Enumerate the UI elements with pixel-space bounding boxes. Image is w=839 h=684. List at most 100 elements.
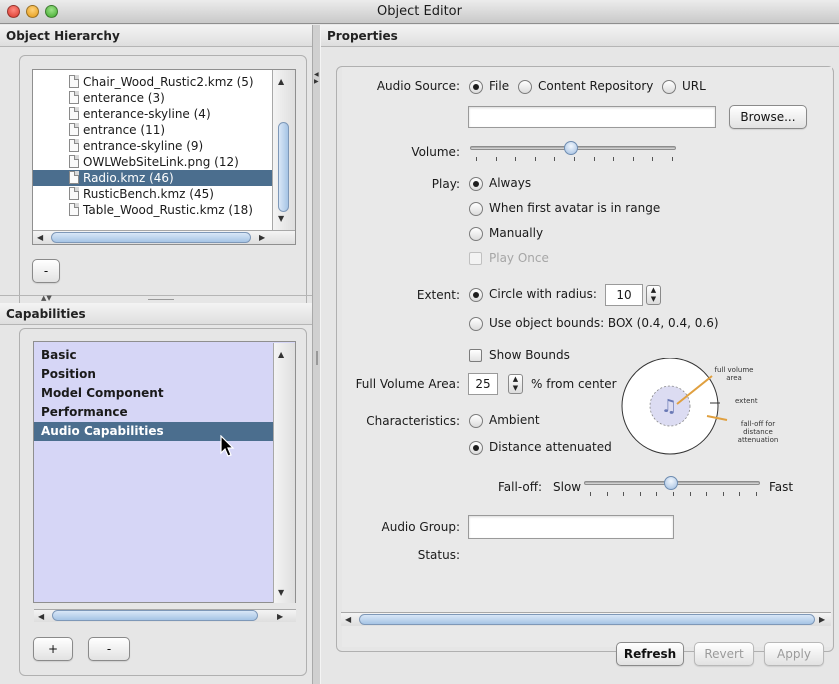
zoom-window-button[interactable] (45, 5, 58, 18)
falloff-slow-label: Slow (553, 480, 582, 494)
volume-slider-ticks (476, 157, 673, 162)
hierarchy-item-label: RusticBench.kmz (45) (83, 187, 214, 201)
show-bounds-checkbox[interactable] (469, 349, 482, 362)
hierarchy-item[interactable]: Radio.kmz (46) (33, 170, 295, 186)
volume-slider[interactable] (468, 139, 678, 165)
slider-tick (534, 157, 536, 161)
scroll-right-icon[interactable]: ▶ (259, 232, 265, 244)
hierarchy-item[interactable]: entrance-skyline (9) (33, 138, 295, 154)
hierarchy-item[interactable]: Table_Wood_Rustic.kmz (18) (33, 202, 295, 218)
hierarchy-items: Chair_Wood_Rustic2.kmz (5) enterance (3) e… (33, 70, 295, 218)
capability-item[interactable]: Position (34, 365, 295, 384)
capabilities-header: Capabilities (0, 303, 312, 325)
falloff-slider-knob[interactable] (663, 476, 678, 490)
hierarchy-item[interactable]: enterance-skyline (4) (33, 106, 295, 122)
hierarchy-item[interactable]: entrance (11) (33, 122, 295, 138)
hierarchy-hscroll-thumb[interactable] (51, 232, 251, 243)
browse-button[interactable]: Browse... (729, 105, 807, 129)
audio-source-file-radio[interactable] (469, 80, 483, 94)
remove-capability-button[interactable]: - (88, 637, 130, 661)
vertical-splitter[interactable]: ◀ ▶ (312, 25, 321, 684)
play-always-radio[interactable] (469, 177, 483, 191)
scroll-up-icon[interactable]: ▲ (278, 349, 284, 361)
characteristics-ambient-radio[interactable] (469, 414, 483, 428)
capability-item[interactable]: Performance (34, 403, 295, 422)
hierarchy-item-label: entrance-skyline (9) (83, 139, 204, 153)
mouse-cursor-icon (220, 435, 235, 457)
object-hierarchy-header: Object Hierarchy (0, 25, 312, 47)
hierarchy-item[interactable]: enterance (3) (33, 90, 295, 106)
scroll-down-icon[interactable]: ▼ (278, 587, 284, 599)
hierarchy-item[interactable]: RusticBench.kmz (45) (33, 186, 295, 202)
properties-horizontal-scrollbar[interactable]: ◀ ▶ (341, 612, 831, 626)
minimize-window-button[interactable] (26, 5, 39, 18)
full-volume-area-stepper[interactable]: ▲ ▼ (508, 374, 523, 394)
diagram-falloff-label: fall-off for distance attenuation (737, 420, 779, 444)
audio-source-url-radio[interactable] (662, 80, 676, 94)
full-volume-area-input[interactable]: 25 (468, 373, 498, 395)
extent-radius-input[interactable]: 10 (605, 284, 643, 306)
capabilities-list[interactable]: Basic Position Model Component Performance A… (33, 341, 296, 603)
capability-item[interactable]: Audio Capabilities (34, 422, 295, 441)
capability-item[interactable]: Basic (34, 346, 295, 365)
audio-source-content-repository-radio[interactable] (518, 80, 532, 94)
splitter-arrows-icon[interactable]: ▲▼ (41, 294, 52, 302)
play-when-in-range-radio[interactable] (469, 202, 483, 216)
window-title-bar: Object Editor (0, 0, 839, 24)
left-panel: Object Hierarchy Chair_Wood_Rustic2.kmz … (0, 25, 312, 684)
slider-tick (639, 492, 641, 496)
revert-button[interactable]: Revert (694, 642, 754, 666)
scroll-right-icon[interactable]: ▶ (819, 614, 825, 626)
hierarchy-item[interactable]: OWLWebSiteLink.png (12) (33, 154, 295, 170)
properties-hscroll-thumb[interactable] (359, 614, 815, 625)
slider-tick (689, 492, 691, 496)
hierarchy-tree[interactable]: Chair_Wood_Rustic2.kmz (5) enterance (3) e… (32, 69, 296, 245)
splitter-collapse-icon[interactable]: ◀ ▶ (314, 71, 319, 85)
scroll-left-icon[interactable]: ◀ (38, 611, 44, 623)
file-icon (69, 75, 79, 88)
play-once-label: Play Once (489, 251, 549, 265)
horizontal-splitter[interactable]: ▲▼ (0, 294, 312, 303)
properties-header: Properties (321, 25, 839, 47)
slider-tick (652, 157, 654, 161)
slider-tick (613, 157, 615, 161)
capabilities-horizontal-scrollbar[interactable]: ◀ ▶ (34, 609, 296, 622)
hierarchy-item-label: enterance-skyline (4) (83, 107, 211, 121)
refresh-button[interactable]: Refresh (616, 642, 684, 666)
slider-tick (590, 492, 591, 496)
audio-source-label: Audio Source: (376, 79, 460, 93)
apply-button[interactable]: Apply (764, 642, 824, 666)
capabilities-hscroll-thumb[interactable] (52, 610, 258, 621)
hierarchy-vscroll-thumb[interactable] (278, 122, 289, 212)
scroll-down-icon[interactable]: ▼ (278, 213, 284, 225)
scroll-right-icon[interactable]: ▶ (277, 611, 283, 623)
file-icon (69, 155, 79, 168)
scroll-left-icon[interactable]: ◀ (37, 232, 43, 244)
remove-object-button[interactable]: - (32, 259, 60, 283)
scroll-up-icon[interactable]: ▲ (278, 76, 284, 88)
hierarchy-horizontal-scrollbar[interactable]: ◀ ▶ (33, 230, 295, 244)
scroll-left-icon[interactable]: ◀ (345, 614, 351, 626)
audio-group-input[interactable] (468, 515, 674, 539)
falloff-slider[interactable] (582, 474, 762, 500)
hierarchy-vertical-scrollbar[interactable]: ▲ ▼ (272, 70, 295, 230)
audio-file-path-input[interactable] (468, 106, 716, 128)
hierarchy-item-label: enterance (3) (83, 91, 165, 105)
play-manually-radio[interactable] (469, 227, 483, 241)
splitter-grip-icon[interactable] (316, 351, 318, 365)
close-window-button[interactable] (7, 5, 20, 18)
volume-slider-knob[interactable] (564, 141, 579, 155)
falloff-label: Fall-off: (498, 480, 543, 494)
capabilities-vertical-scrollbar[interactable]: ▲ ▼ (273, 343, 295, 603)
characteristics-distance-radio[interactable] (469, 441, 483, 455)
add-capability-button[interactable]: + (33, 637, 73, 661)
slider-tick (632, 157, 634, 161)
extent-circle-radio[interactable] (469, 288, 483, 302)
hierarchy-item[interactable]: Chair_Wood_Rustic2.kmz (5) (33, 74, 295, 90)
extent-bounds-radio[interactable] (469, 317, 483, 331)
splitter-grip-icon[interactable] (148, 299, 174, 300)
play-once-checkbox[interactable] (469, 252, 482, 265)
capability-item[interactable]: Model Component (34, 384, 295, 403)
extent-radius-stepper[interactable]: ▲ ▼ (646, 285, 661, 305)
music-note-icon: ♫ (661, 396, 677, 417)
